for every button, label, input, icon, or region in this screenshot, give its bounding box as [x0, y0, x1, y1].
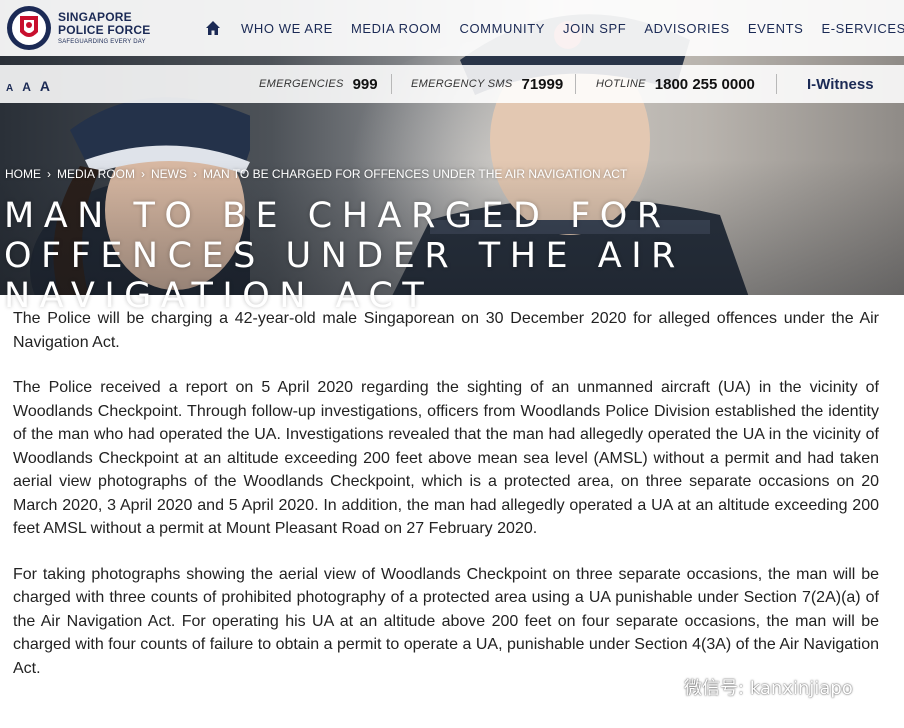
breadcrumb-media-room[interactable]: MEDIA ROOM	[57, 167, 135, 181]
breadcrumb-news[interactable]: NEWS	[151, 167, 187, 181]
chevron-right-icon: ›	[47, 167, 51, 181]
nav-events[interactable]: EVENTS	[748, 21, 804, 36]
hotline-number: 1800 255 0000	[654, 75, 755, 93]
page-title: MAN TO BE CHARGED FOR OFFENCES UNDER THE…	[4, 196, 685, 316]
sms-contact[interactable]: EMERGENCY SMS 71999	[411, 65, 563, 103]
nav-media-room[interactable]: MEDIA ROOM	[351, 21, 442, 36]
breadcrumb-current: MAN TO BE CHARGED FOR OFFENCES UNDER THE…	[203, 167, 628, 181]
sms-number: 71999	[521, 75, 564, 93]
chevron-right-icon: ›	[141, 167, 146, 181]
emergencies-label: EMERGENCIES	[259, 78, 344, 90]
article-paragraph: The Police received a report on 5 April …	[13, 379, 879, 537]
font-size-controls: A A A	[6, 78, 59, 94]
font-size-medium[interactable]: A	[22, 80, 31, 94]
divider	[391, 74, 392, 94]
hotline-label: HOTLINE	[596, 78, 646, 90]
article-paragraph: For taking photographs showing the aeria…	[13, 565, 879, 677]
utility-bar: A A A EMERGENCIES 999 EMERGENCY SMS 7199…	[0, 65, 904, 103]
nav-e-services[interactable]: E-SERVICES	[821, 21, 904, 36]
wechat-icon	[646, 675, 676, 699]
font-size-large[interactable]: A	[40, 78, 50, 94]
spf-logo[interactable]: SINGAPORE POLICE FORCE SAFEGUARDING EVER…	[4, 4, 150, 52]
emergencies-contact[interactable]: EMERGENCIES 999	[259, 65, 378, 103]
nav-advisories[interactable]: ADVISORIES	[644, 21, 729, 36]
watermark-text: 微信号: kanxinjiapo	[684, 678, 853, 699]
nav-join-spf[interactable]: JOIN SPF	[563, 21, 626, 36]
breadcrumb-home[interactable]: HOME	[5, 167, 41, 181]
wechat-watermark: 微信号: kanxinjiapo	[646, 674, 853, 700]
article-body: The Police will be charging a 42-year-ol…	[13, 307, 879, 702]
brand-tagline: SAFEGUARDING EVERY DAY	[58, 39, 146, 45]
police-crest-icon	[7, 6, 51, 50]
emergencies-number: 999	[352, 75, 378, 93]
main-nav: WHO WE ARE MEDIA ROOM COMMUNITY JOIN SPF…	[200, 0, 904, 56]
nav-community[interactable]: COMMUNITY	[459, 21, 545, 36]
sms-label: EMERGENCY SMS	[411, 78, 513, 90]
chevron-right-icon: ›	[193, 167, 198, 181]
breadcrumb: HOME › MEDIA ROOM › NEWS › MAN TO BE CHA…	[5, 167, 627, 181]
site-header: SINGAPORE POLICE FORCE SAFEGUARDING EVER…	[0, 0, 904, 56]
brand-line-1: SINGAPORE	[58, 10, 132, 24]
i-witness-link[interactable]: I-Witness	[807, 65, 874, 103]
article-paragraph: The Police will be charging a 42-year-ol…	[13, 310, 879, 351]
font-size-small[interactable]: A	[6, 83, 13, 94]
home-icon[interactable]	[205, 20, 221, 36]
divider	[575, 74, 576, 94]
hotline-contact[interactable]: HOTLINE 1800 255 0000	[596, 65, 755, 103]
brand-line-2: POLICE FORCE	[58, 23, 151, 37]
nav-who-we-are[interactable]: WHO WE ARE	[241, 21, 333, 36]
divider	[776, 74, 777, 94]
